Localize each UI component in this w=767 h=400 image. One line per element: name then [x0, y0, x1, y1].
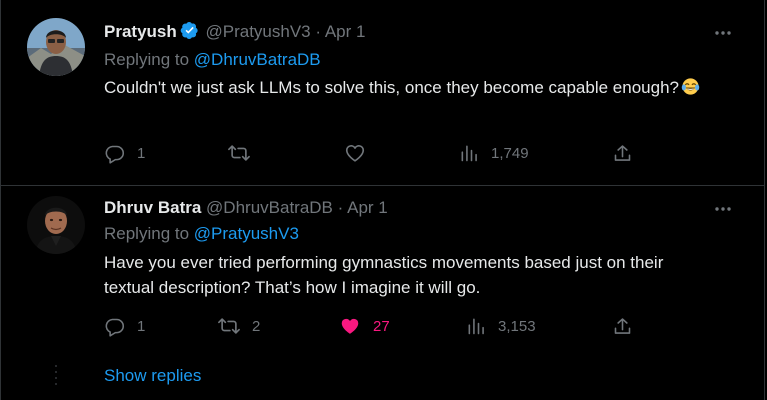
user-handle[interactable]: @DhruvBatraDB: [206, 198, 333, 217]
tweet-text: Couldn't we just ask LLMs to solve this,…: [104, 75, 704, 100]
tweet-date[interactable]: Apr 1: [347, 198, 388, 217]
user-handle[interactable]: @PratyushV3: [205, 22, 310, 41]
reply-icon: [105, 145, 125, 164]
more-icon: [715, 207, 731, 211]
separator-dot: ·: [337, 198, 344, 217]
avatar-pratyush[interactable]: [27, 18, 85, 76]
display-name[interactable]: Dhruv Batra: [104, 198, 201, 217]
replying-mention-link[interactable]: @PratyushV3: [194, 224, 299, 243]
separator-dot: ·: [315, 22, 322, 41]
replying-prefix: Replying to: [104, 50, 190, 69]
like-count: 27: [373, 317, 390, 335]
reply-count: 1: [137, 144, 146, 162]
tweet-pratyush[interactable]: Pratyush @PratyushV3 · Apr 1 Replying to…: [1, 0, 766, 185]
thread-frame: Pratyush @PratyushV3 · Apr 1 Replying to…: [0, 0, 765, 400]
replying-prefix: Replying to: [104, 224, 190, 243]
avatar-dhruv-batra[interactable]: [27, 196, 85, 254]
show-replies-link[interactable]: Show replies: [104, 364, 201, 388]
retweet-count: 2: [252, 317, 261, 335]
retweet-icon: [228, 145, 250, 161]
verified-badge-icon: [180, 21, 199, 46]
like-button[interactable]: [344, 141, 378, 165]
views-button[interactable]: 3,153: [466, 314, 536, 338]
tweet-actions: 1 2 27 3,153: [104, 314, 644, 338]
reply-button[interactable]: 1: [104, 141, 145, 165]
tweet-header: Dhruv Batra @DhruvBatraDB · Apr 1: [104, 197, 388, 219]
display-name[interactable]: Pratyush: [104, 22, 177, 41]
tears-of-joy-emoji-icon: [681, 77, 700, 96]
reply-button[interactable]: 1: [104, 314, 145, 338]
views-chart-icon: [461, 145, 477, 162]
tweet-text-content: Have you ever tried performing gymnastic…: [104, 253, 664, 297]
views-count: 3,153: [498, 317, 536, 335]
retweet-button[interactable]: [228, 141, 262, 165]
heart-filled-icon: [341, 318, 359, 334]
thread-dots: [55, 365, 57, 387]
replying-mention-link[interactable]: @DhruvBatraDB: [194, 50, 321, 69]
views-count: 1,749: [491, 144, 529, 162]
retweet-icon: [218, 318, 240, 334]
heart-icon: [345, 145, 365, 162]
tweet-date[interactable]: Apr 1: [325, 22, 366, 41]
tweet-actions: 1 1,749: [104, 141, 644, 165]
share-icon: [614, 317, 631, 334]
reply-count: 1: [137, 317, 146, 335]
tweet-header: Pratyush @PratyushV3 · Apr 1: [104, 21, 365, 46]
views-button[interactable]: 1,749: [459, 141, 529, 165]
tweet-text-content: Couldn't we just ask LLMs to solve this,…: [104, 78, 679, 97]
reply-icon: [105, 318, 125, 337]
share-button[interactable]: [612, 314, 633, 338]
more-icon: [715, 31, 731, 35]
replying-to: Replying to @PratyushV3: [104, 223, 299, 245]
share-icon: [614, 144, 631, 161]
more-options-button[interactable]: [712, 22, 734, 44]
tweet-text: Have you ever tried performing gymnastic…: [104, 250, 704, 300]
views-chart-icon: [468, 318, 484, 335]
replying-to: Replying to @DhruvBatraDB: [104, 49, 321, 71]
retweet-button[interactable]: 2: [218, 314, 260, 338]
share-button[interactable]: [612, 141, 633, 165]
more-options-button[interactable]: [712, 198, 734, 220]
like-button[interactable]: 27: [339, 314, 390, 338]
